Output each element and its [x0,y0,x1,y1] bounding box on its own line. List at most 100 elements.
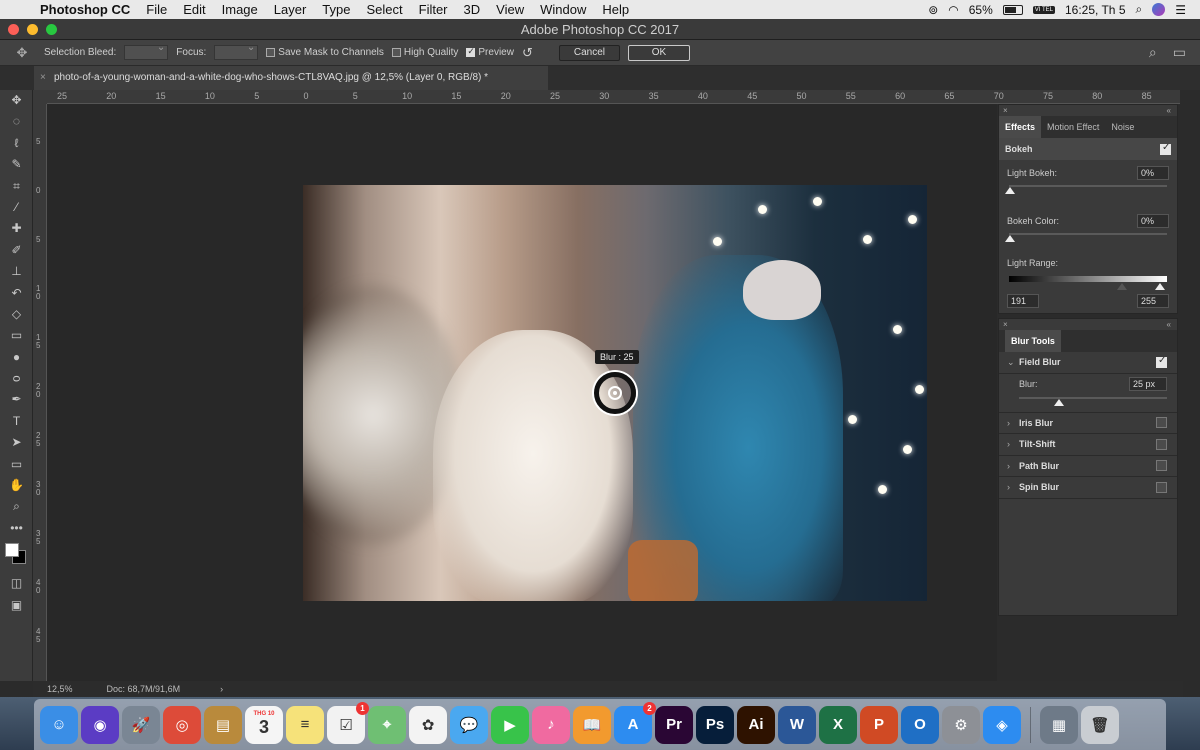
search-icon[interactable]: ⌕ [1149,44,1157,61]
tab-effects[interactable]: Effects [999,116,1042,138]
collapse-panel-icon[interactable]: « [1167,319,1171,330]
word-dock-icon[interactable]: W [778,705,816,744]
blur-pin-tool-icon[interactable]: ✥ [8,45,36,61]
menu-type[interactable]: Type [314,0,358,19]
zoom-level[interactable]: 12,5% [47,684,73,694]
chrome-dock-icon[interactable]: ◎ [163,705,201,744]
iris-blur-row[interactable]: › Iris Blur [999,413,1177,434]
menu-window[interactable]: Window [532,0,594,19]
field-blur-checkbox[interactable] [1156,355,1167,368]
siri-icon[interactable] [1152,3,1166,16]
eraser-tool-icon[interactable]: ◇ [0,304,33,325]
close-panel-icon[interactable]: × [1003,319,1008,330]
app-menu[interactable]: Photoshop CC [34,0,138,19]
status-menu-arrow[interactable]: › [220,684,223,694]
siri-dock-icon[interactable]: ◉ [81,705,119,744]
messages-dock-icon[interactable]: 💬 [450,705,488,744]
canvas-area[interactable]: Blur : 25 [47,104,997,681]
clone-stamp-tool-icon[interactable]: ⊥ [0,261,33,282]
screen-mode-icon[interactable]: ▣ [0,595,33,616]
spin-blur-row[interactable]: › Spin Blur [999,477,1177,499]
hand-tool-icon[interactable]: ✋ [0,475,33,496]
quick-selection-tool-icon[interactable]: ✎ [0,154,33,175]
document-tab[interactable]: × photo-of-a-young-woman-and-a-white-dog… [34,66,548,90]
quick-mask-icon[interactable]: ◫ [0,573,33,594]
iris-blur-checkbox[interactable] [1156,417,1167,429]
menu-image[interactable]: Image [214,0,266,19]
menu-3d[interactable]: 3D [456,0,489,19]
type-tool-icon[interactable]: T [0,411,33,432]
notification-center-icon[interactable]: ☰ [1175,3,1186,17]
chevron-right-icon[interactable]: › [1007,439,1019,449]
collapse-panel-icon[interactable]: « [1167,105,1171,116]
downloads-dock-icon[interactable]: ▦ [1040,705,1078,744]
blur-amount-field[interactable]: 25 px [1129,376,1167,391]
more-tools-icon[interactable]: ••• [0,518,33,539]
itunes-dock-icon[interactable]: ♪ [532,705,570,744]
brush-tool-icon[interactable]: ✐ [0,240,33,261]
outlook-dock-icon[interactable]: O [901,705,939,744]
close-window-button[interactable] [8,23,19,35]
light-bokeh-slider[interactable] [1005,182,1167,196]
close-panel-icon[interactable]: × [1003,105,1008,116]
illustrator-dock-icon[interactable]: Ai [737,705,775,744]
menu-edit[interactable]: Edit [175,0,213,19]
spotlight-search-icon[interactable]: ⌕ [1136,2,1143,17]
clock[interactable]: 16:25, Th 5 [1065,3,1126,17]
close-tab-icon[interactable]: × [40,66,46,90]
ok-button[interactable]: OK [628,44,691,61]
premiere-dock-icon[interactable]: Pr [655,705,693,744]
move-tool-icon[interactable]: ✥ [0,90,33,111]
notes-book-dock-icon[interactable]: ▤ [204,705,242,744]
safari-dock-icon[interactable]: ◈ [983,705,1021,744]
rectangle-tool-icon[interactable]: ▭ [0,454,33,475]
crop-tool-icon[interactable]: ⌗ [0,176,33,197]
facetime-dock-icon[interactable]: ▶ [491,705,529,744]
creative-cloud-icon[interactable]: ⊚ [928,3,938,17]
tab-motion-effect[interactable]: Motion Effect [1041,116,1105,138]
system-preferences-dock-icon[interactable]: ⚙ [942,705,980,744]
powerpoint-dock-icon[interactable]: P [860,705,898,744]
input-source-icon[interactable]: VI TEL [1032,5,1055,14]
workspace-icon[interactable]: ▭ [1173,44,1186,61]
tilt-shift-row[interactable]: › Tilt-Shift [999,434,1177,456]
spin-blur-checkbox[interactable] [1156,481,1167,493]
chevron-right-icon[interactable]: › [1007,461,1019,471]
menu-help[interactable]: Help [594,0,637,19]
pen-tool-icon[interactable]: ✒ [0,389,33,410]
path-blur-row[interactable]: › Path Blur [999,456,1177,477]
bokeh-color-slider[interactable] [1005,230,1167,244]
selection-bleed-dropdown[interactable] [124,42,169,60]
cancel-button[interactable]: Cancel [558,44,621,61]
photoshop-dock-icon[interactable]: Ps [696,705,734,744]
zoom-tool-icon[interactable]: ⌕ [0,496,33,517]
healing-brush-tool-icon[interactable]: ✚ [0,218,33,239]
tab-noise[interactable]: Noise [1105,116,1140,138]
history-brush-tool-icon[interactable]: ↶ [0,283,33,304]
maps-dock-icon[interactable]: ⌖ [368,705,406,744]
light-range-high-field[interactable]: 255 [1137,294,1169,308]
path-blur-checkbox[interactable] [1156,460,1167,472]
app-store-dock-icon[interactable]: A2 [614,701,656,744]
light-range-high-handle[interactable] [1155,283,1165,290]
notes-dock-icon[interactable]: ≡ [286,705,324,744]
battery-icon[interactable] [1002,4,1023,15]
blur-tool-icon[interactable]: ● [0,347,33,368]
chevron-right-icon[interactable]: › [1007,418,1019,428]
menu-select[interactable]: Select [358,0,410,19]
menu-layer[interactable]: Layer [266,0,315,19]
chevron-down-icon[interactable]: ⌄ [1007,357,1019,368]
reminders-dock-icon[interactable]: ☑ 1 [327,701,369,744]
lasso-tool-icon[interactable]: ℓ [0,133,33,154]
vertical-scrollbar[interactable] [1183,104,1200,681]
wifi-icon[interactable]: ◠ [948,3,958,17]
light-bokeh-field[interactable]: 0% [1137,166,1169,180]
path-selection-tool-icon[interactable]: ➤ [0,432,33,453]
marquee-tool-icon[interactable]: ◌ [0,111,33,132]
launchpad-dock-icon[interactable]: 🚀 [122,705,160,744]
color-swatches[interactable] [0,539,32,573]
dodge-tool-icon[interactable]: ᴑ [0,368,33,389]
excel-dock-icon[interactable]: X [819,705,857,744]
trash-dock-icon[interactable]: 🗑 [1081,705,1119,744]
blur-amount-slider[interactable] [1019,394,1167,408]
